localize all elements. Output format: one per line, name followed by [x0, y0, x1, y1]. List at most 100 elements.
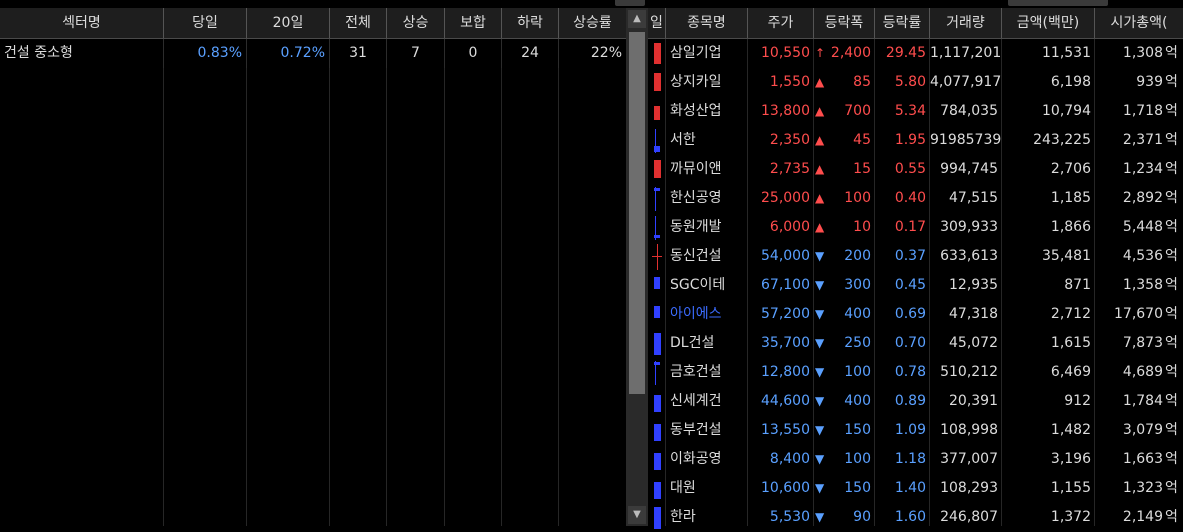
stock-market-cap: 2,149 — [1122, 509, 1163, 525]
candle-body — [652, 256, 662, 257]
scroll-down-icon[interactable]: ▼ — [628, 506, 646, 524]
col-market-cap[interactable]: 시가총액( — [1095, 8, 1183, 38]
up-arrow-icon: ▲ — [815, 162, 825, 176]
table-row[interactable]: 한라 5,530 ▼ 90 1.60 246,807 1,372 2,149 억 — [648, 503, 1183, 532]
vertical-scrollbar[interactable]: ▲ ▼ — [626, 8, 648, 526]
stock-name[interactable]: 동신건설 — [666, 242, 748, 271]
up-arrow-icon: ▲ — [815, 75, 825, 89]
sector-name: 건설 중소형 — [0, 39, 164, 68]
stock-change: 150 — [844, 422, 871, 438]
stock-market-cap: 939 — [1136, 74, 1163, 90]
scroll-thumb[interactable] — [629, 32, 645, 394]
top-tab-handle[interactable] — [615, 0, 645, 6]
market-cap-unit: 억 — [1165, 480, 1178, 496]
stock-market-cap: 7,873 — [1122, 335, 1163, 351]
col-total[interactable]: 전체 — [330, 8, 387, 38]
table-row[interactable]: 서한 2,350 ▲ 45 1.95 91985739 243,225 2,37… — [648, 126, 1183, 155]
stock-name[interactable]: SGC이테 — [666, 271, 748, 300]
stock-name[interactable]: DL건설 — [666, 329, 748, 358]
col-up[interactable]: 상승 — [387, 8, 445, 38]
stock-name[interactable]: 화성산업 — [666, 97, 748, 126]
stock-amount: 2,706 — [1050, 161, 1091, 177]
stock-name[interactable]: 아이에스 — [666, 300, 748, 329]
down-arrow-icon: ▼ — [815, 336, 825, 350]
market-cap-unit: 억 — [1165, 277, 1178, 293]
stock-amount: 10,794 — [1042, 103, 1091, 119]
market-cap-unit: 억 — [1165, 306, 1178, 322]
col-change[interactable]: 등락폭 — [814, 8, 875, 38]
stock-market-cap: 1,663 — [1122, 451, 1163, 467]
stock-volume: 377,007 — [940, 451, 998, 467]
daily-candle — [648, 358, 666, 387]
stock-change-rate: 0.55 — [894, 161, 926, 177]
col-stock-name[interactable]: 종목명 — [666, 8, 748, 38]
stock-amount: 243,225 — [1033, 132, 1091, 148]
col-price[interactable]: 주가 — [748, 8, 814, 38]
stock-change: 10 — [853, 219, 871, 235]
col-sector-name[interactable]: 섹터명 — [0, 8, 164, 38]
stock-name[interactable]: 삼일기업 — [666, 39, 748, 68]
col-20d[interactable]: 20일 — [247, 8, 330, 38]
table-row[interactable]: SGC이테 67,100 ▼ 300 0.45 12,935 871 1,358… — [648, 271, 1183, 300]
stock-table-header: 일 종목명 주가 등락폭 등락률 거래량 금액(백만) 시가총액( — [648, 8, 1183, 39]
candle-body — [654, 188, 660, 191]
table-row[interactable]: 한신공영 25,000 ▲ 100 0.40 47,515 1,185 2,89… — [648, 184, 1183, 213]
candle-body — [654, 306, 660, 318]
top-tab-handle-2[interactable] — [1008, 0, 1108, 6]
stock-name[interactable]: 신세계건 — [666, 387, 748, 416]
stock-volume: 246,807 — [940, 509, 998, 525]
col-day[interactable]: 일 — [648, 8, 666, 38]
stock-name[interactable]: 대원 — [666, 474, 748, 503]
stock-change-rate: 5.80 — [894, 74, 926, 90]
stock-name[interactable]: 상지카일 — [666, 68, 748, 97]
table-row[interactable]: 화성산업 13,800 ▲ 700 5.34 784,035 10,794 1,… — [648, 97, 1183, 126]
table-row[interactable]: 아이에스 57,200 ▼ 400 0.69 47,318 2,712 17,6… — [648, 300, 1183, 329]
table-row[interactable]: 삼일기업 10,550 ↑ 2,400 29.45 1,117,201 11,5… — [648, 39, 1183, 68]
stock-name[interactable]: 까뮤이앤 — [666, 155, 748, 184]
stock-name[interactable]: 동원개발 — [666, 213, 748, 242]
market-cap-unit: 억 — [1165, 103, 1178, 119]
table-row[interactable]: 이화공영 8,400 ▼ 100 1.18 377,007 3,196 1,66… — [648, 445, 1183, 474]
stock-volume: 47,318 — [949, 306, 998, 322]
stock-name[interactable]: 한신공영 — [666, 184, 748, 213]
stock-change-rate: 0.70 — [894, 335, 926, 351]
table-row[interactable]: 까뮤이앤 2,735 ▲ 15 0.55 994,745 2,706 1,234… — [648, 155, 1183, 184]
stock-name[interactable]: 한라 — [666, 503, 748, 532]
table-row[interactable]: 동원개발 6,000 ▲ 10 0.17 309,933 1,866 5,448… — [648, 213, 1183, 242]
table-row[interactable]: 동신건설 54,000 ▼ 200 0.37 633,613 35,481 4,… — [648, 242, 1183, 271]
table-row[interactable]: 상지카일 1,550 ▲ 85 5.80 4,077,917 6,198 939… — [648, 68, 1183, 97]
market-cap-unit: 억 — [1165, 161, 1178, 177]
stock-change: 15 — [853, 161, 871, 177]
stock-price: 67,100 — [761, 277, 810, 293]
stock-change-rate: 0.69 — [894, 306, 926, 322]
table-row[interactable]: 금호건설 12,800 ▼ 100 0.78 510,212 6,469 4,6… — [648, 358, 1183, 387]
stock-price: 54,000 — [761, 248, 810, 264]
col-today[interactable]: 당일 — [164, 8, 247, 38]
market-cap-unit: 억 — [1165, 45, 1178, 61]
stock-amount: 2,712 — [1050, 306, 1091, 322]
col-rise-rate[interactable]: 상승률 — [559, 8, 626, 38]
stock-name[interactable]: 이화공영 — [666, 445, 748, 474]
table-row[interactable]: 동부건설 13,550 ▼ 150 1.09 108,998 1,482 3,0… — [648, 416, 1183, 445]
stock-market-cap: 1,323 — [1122, 480, 1163, 496]
col-change-rate[interactable]: 등락률 — [875, 8, 930, 38]
stock-change-rate: 0.78 — [894, 364, 926, 380]
table-row[interactable]: 신세계건 44,600 ▼ 400 0.89 20,391 912 1,784 … — [648, 387, 1183, 416]
stock-amount: 11,531 — [1042, 45, 1091, 61]
table-row[interactable]: DL건설 35,700 ▼ 250 0.70 45,072 1,615 7,87… — [648, 329, 1183, 358]
col-amount[interactable]: 금액(백만) — [1002, 8, 1095, 38]
stock-name[interactable]: 동부건설 — [666, 416, 748, 445]
stock-name[interactable]: 서한 — [666, 126, 748, 155]
col-flat[interactable]: 보합 — [445, 8, 502, 38]
col-volume[interactable]: 거래량 — [930, 8, 1002, 38]
stock-amount: 3,196 — [1050, 451, 1091, 467]
table-row[interactable]: 건설 중소형 0.83% 0.72% 31 7 0 24 22% — [0, 39, 626, 68]
daily-candle — [648, 126, 666, 155]
sector-table: 섹터명 당일 20일 전체 상승 보합 하락 상승률 건설 중소형 0.83% … — [0, 8, 626, 526]
col-down[interactable]: 하락 — [502, 8, 559, 38]
stock-volume: 91985739 — [930, 132, 1002, 148]
scroll-up-icon[interactable]: ▲ — [628, 10, 646, 28]
table-row[interactable]: 대원 10,600 ▼ 150 1.40 108,293 1,155 1,323… — [648, 474, 1183, 503]
stock-amount: 1,372 — [1050, 509, 1091, 525]
stock-name[interactable]: 금호건설 — [666, 358, 748, 387]
